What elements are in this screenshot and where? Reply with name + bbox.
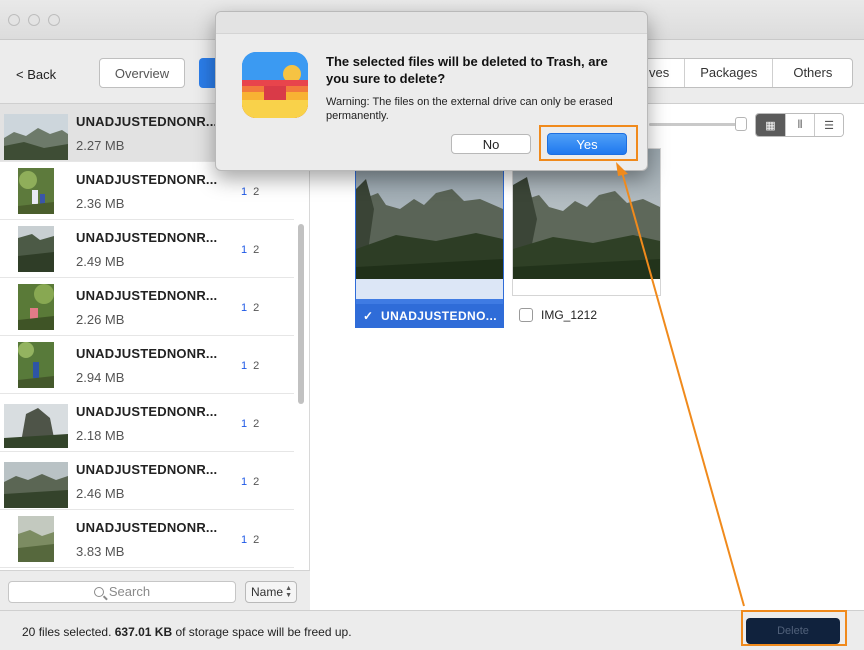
- card-strip: [356, 279, 503, 299]
- app-icon: [242, 52, 308, 118]
- file-thumbnail: [18, 226, 54, 272]
- dialog-title: The selected files will be deleted to Tr…: [326, 54, 608, 86]
- file-size: 3.83 MB: [76, 544, 125, 559]
- zoom-window-button[interactable]: [48, 14, 60, 26]
- version-badge: 12: [241, 244, 260, 256]
- tab-others[interactable]: Others: [772, 59, 852, 87]
- app-window: < Back Overview ves Packages Others UNAD…: [0, 0, 864, 650]
- file-sidebar: UNADJUSTEDNONR... 2.27 MB UNADJUSTEDNONR…: [0, 104, 310, 610]
- file-name: UNADJUSTEDNONR...: [76, 520, 218, 535]
- up-down-arrows-icon: ▲ ▼: [285, 585, 292, 599]
- list-item[interactable]: UNADJUSTEDNONR... 2.49 MB 12: [0, 220, 294, 278]
- file-thumbnail: [18, 168, 54, 214]
- category-tabs: ves Packages Others: [612, 58, 854, 88]
- file-size: 2.26 MB: [76, 312, 125, 327]
- preview-area: ▦ ⫴ ☰ ✓ UNADJUSTEDNO... IMG_1212: [311, 104, 864, 610]
- list-item[interactable]: UNADJUSTEDNONR... 3.83 MB 12: [0, 510, 294, 568]
- version-badge: 12: [241, 418, 260, 430]
- file-list: UNADJUSTEDNONR... 2.27 MB UNADJUSTEDNONR…: [0, 104, 294, 570]
- dialog-title-bar: [216, 12, 647, 34]
- grid-item-caption[interactable]: ✓ UNADJUSTEDNO...: [355, 304, 504, 328]
- version-badge: 12: [241, 360, 260, 372]
- file-thumbnail: [4, 462, 68, 508]
- checkmark-icon[interactable]: ✓: [363, 304, 375, 328]
- checkbox[interactable]: [519, 308, 533, 322]
- search-input[interactable]: Search: [8, 581, 236, 603]
- back-button[interactable]: < Back: [16, 67, 56, 82]
- close-window-button[interactable]: [8, 14, 20, 26]
- grid-item-caption[interactable]: IMG_1212: [519, 306, 597, 324]
- grid-item-name: IMG_1212: [541, 308, 598, 322]
- list-item[interactable]: UNADJUSTEDNONR... 2.18 MB 12: [0, 394, 294, 452]
- file-name: UNADJUSTEDNONR...: [76, 288, 218, 303]
- thumbnail-size-slider[interactable]: [649, 123, 745, 126]
- list-view-icon[interactable]: ☰: [814, 114, 843, 136]
- list-item[interactable]: UNADJUSTEDNONR... 2.26 MB 12: [0, 278, 294, 336]
- search-icon: [93, 587, 104, 597]
- yes-highlight-box: [539, 125, 638, 161]
- sort-dropdown[interactable]: Name ▲ ▼: [245, 581, 297, 603]
- file-thumbnail: [18, 284, 54, 330]
- file-name: UNADJUSTEDNONR...: [76, 462, 218, 477]
- file-name: UNADJUSTEDNONR...: [76, 172, 218, 187]
- list-item[interactable]: UNADJUSTEDNONR... 2.46 MB 12: [0, 452, 294, 510]
- version-badge: 12: [241, 534, 260, 546]
- version-badge: 12: [241, 476, 260, 488]
- file-thumbnail: [4, 114, 68, 160]
- status-text: 20 files selected. 637.01 KB of storage …: [22, 625, 352, 639]
- grid-view-icon[interactable]: ▦: [756, 114, 785, 136]
- file-name: UNADJUSTEDNONR...: [76, 346, 218, 361]
- tab-packages[interactable]: Packages: [684, 59, 772, 87]
- file-size: 2.36 MB: [76, 196, 125, 211]
- file-thumbnail: [4, 404, 68, 448]
- slider-knob[interactable]: [735, 117, 747, 131]
- file-size: 2.27 MB: [76, 138, 125, 153]
- list-item[interactable]: UNADJUSTEDNONR... 2.94 MB 12: [0, 336, 294, 394]
- list-scrollbar[interactable]: [298, 224, 304, 404]
- file-thumbnail: [18, 342, 54, 388]
- dialog-message: Warning: The files on the external drive…: [326, 96, 613, 122]
- sort-label: Name: [251, 585, 284, 599]
- version-badge: 12: [241, 302, 260, 314]
- file-size: 2.49 MB: [76, 254, 125, 269]
- file-size: 2.18 MB: [76, 428, 125, 443]
- version-badge: 12: [241, 186, 260, 198]
- no-button[interactable]: No: [451, 134, 531, 154]
- file-size: 2.94 MB: [76, 370, 125, 385]
- carousel-view-icon[interactable]: ⫴: [785, 114, 814, 136]
- delete-highlight-box: [741, 610, 847, 646]
- minimize-window-button[interactable]: [28, 14, 40, 26]
- file-size: 2.46 MB: [76, 486, 125, 501]
- grid-item-selected[interactable]: [355, 148, 504, 328]
- file-name: UNADJUSTEDNONR...: [76, 230, 218, 245]
- overview-button[interactable]: Overview: [99, 58, 185, 88]
- file-thumbnail: [18, 516, 54, 562]
- grid-item-name: UNADJUSTEDNO...: [381, 309, 498, 323]
- status-bar: 20 files selected. 637.01 KB of storage …: [0, 610, 864, 650]
- sidebar-footer: Search Name ▲ ▼: [0, 570, 310, 610]
- search-placeholder: Search: [108, 584, 151, 599]
- file-name: UNADJUSTEDNONR...: [76, 404, 218, 419]
- file-name: UNADJUSTEDNONR...: [76, 114, 218, 129]
- view-mode-selector: ▦ ⫴ ☰: [755, 113, 844, 137]
